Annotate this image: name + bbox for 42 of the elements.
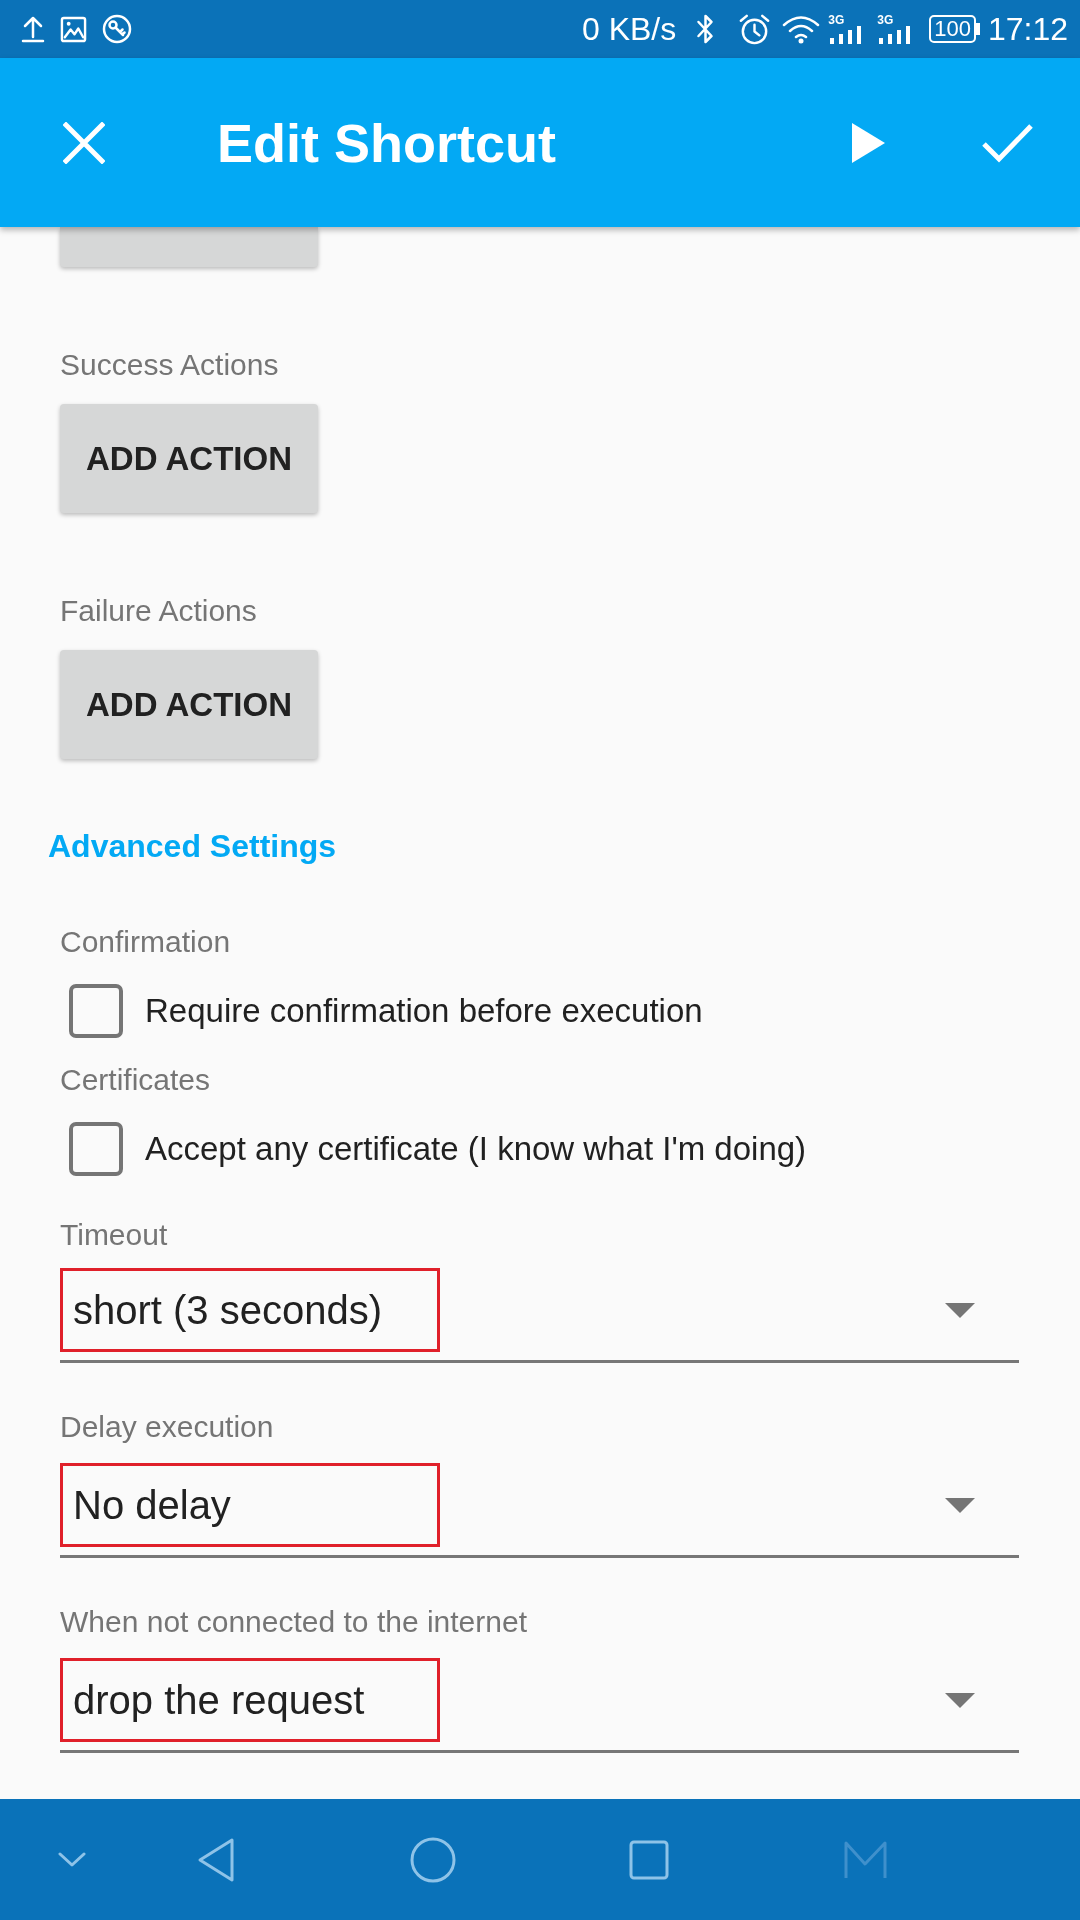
- setting-label: Certificates: [60, 1062, 212, 1098]
- dropdown[interactable]: drop the request: [60, 1658, 1019, 1753]
- caret-icon: [945, 1302, 975, 1318]
- play-icon[interactable]: [852, 122, 885, 163]
- home-icon[interactable]: [410, 1836, 456, 1883]
- add-action-button[interactable]: ADD ACTION: [60, 650, 318, 759]
- wifi-icon: [781, 14, 822, 44]
- section-label: Success Actions: [60, 347, 280, 383]
- clock-time: 17:12: [987, 11, 1068, 47]
- section-label: Failure Actions: [60, 593, 258, 629]
- m-letter-icon[interactable]: [843, 1839, 888, 1880]
- partial-button[interactable]: [60, 227, 318, 267]
- caret-icon: [945, 1692, 975, 1708]
- image-icon: [60, 15, 87, 43]
- battery-indicator: 100: [929, 15, 980, 43]
- setting-label: Delay execution: [60, 1409, 275, 1445]
- add-action-button[interactable]: ADD ACTION: [60, 404, 318, 513]
- checkbox[interactable]: [69, 984, 123, 1038]
- checkmark-icon[interactable]: [981, 122, 1034, 163]
- screen-title: Edit Shortcut: [217, 111, 556, 175]
- setting-label: When not connected to the internet: [60, 1604, 528, 1640]
- dropdown-value: No delay: [60, 1463, 440, 1547]
- dropdown-value: short (3 seconds): [60, 1268, 440, 1352]
- dropdown[interactable]: No delay: [60, 1463, 1019, 1558]
- section-heading: Advanced Settings: [48, 827, 338, 866]
- setting-label: Confirmation: [60, 924, 232, 960]
- network-type-label: 3G: [828, 14, 845, 26]
- close-icon[interactable]: [63, 121, 105, 164]
- network-type-label: 3G: [877, 14, 894, 26]
- dropdown[interactable]: short (3 seconds): [60, 1268, 1019, 1363]
- setting-label: Timeout: [60, 1217, 169, 1253]
- recents-icon[interactable]: [629, 1839, 669, 1880]
- key-icon: [102, 14, 132, 44]
- caret-icon: [945, 1497, 975, 1513]
- network-speed: 0 KB/s: [581, 11, 677, 47]
- checkbox-label[interactable]: Accept any certificate (I know what I'm doing): [145, 1129, 807, 1169]
- dropdown-value: drop the request: [60, 1658, 440, 1742]
- checkbox[interactable]: [69, 1122, 123, 1176]
- back-icon[interactable]: [196, 1836, 236, 1883]
- checkbox-label[interactable]: Require confirmation before execution: [145, 991, 703, 1031]
- chevron-down-icon[interactable]: [58, 1851, 86, 1868]
- upload-icon: [21, 15, 45, 43]
